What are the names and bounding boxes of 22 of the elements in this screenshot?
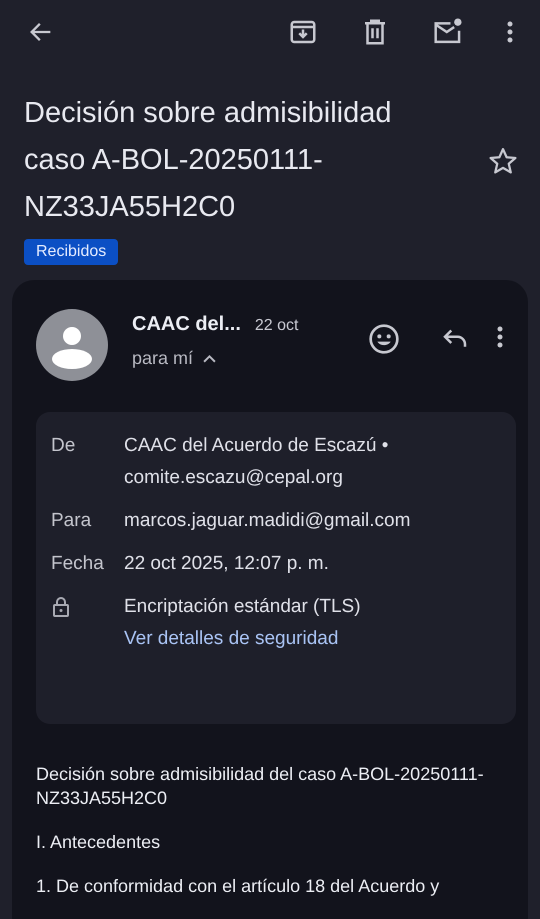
avatar-icon [36, 309, 108, 381]
lock-icon [51, 595, 71, 619]
star-icon[interactable] [488, 146, 518, 176]
detail-value: marcos.jaguar.madidi@gmail.com [124, 509, 410, 533]
email-subject: Decisión sobre admisibilidad caso A-BOL-20250111-NZ33JA55H2C0 [24, 96, 393, 225]
detail-label: Para [51, 509, 92, 533]
detail-value: comite.escazu@cepal.org [124, 466, 344, 490]
security-details-link[interactable]: Ver detalles de seguridad [124, 623, 361, 655]
body-paragraph: 1. De conformidad con el artículo 18 del Acuerdo y [36, 875, 440, 898]
body-paragraph: Decisión sobre admisibilidad del caso A-BOL-20250111-NZ33JA55H2C0 [36, 763, 485, 810]
recipient-toggle[interactable]: para mí [132, 348, 216, 369]
body-paragraph: I. Antecedentes [36, 831, 162, 854]
inbox-label[interactable]: Recibidos [24, 239, 118, 265]
detail-value: 22 oct 2025, 12:07 p. m. [124, 552, 329, 576]
detail-value: CAAC del Acuerdo de Escazú • [124, 434, 388, 458]
emoji-icon[interactable] [368, 323, 400, 355]
chevron-icon [203, 354, 216, 363]
sender-name: CAAC del... [132, 313, 241, 336]
detail-value: Encriptación estándar (TLS) [124, 595, 361, 619]
detail-label: De [51, 434, 76, 458]
message-date: 22 oct [254, 317, 298, 335]
detail-label: Fecha [51, 552, 104, 576]
